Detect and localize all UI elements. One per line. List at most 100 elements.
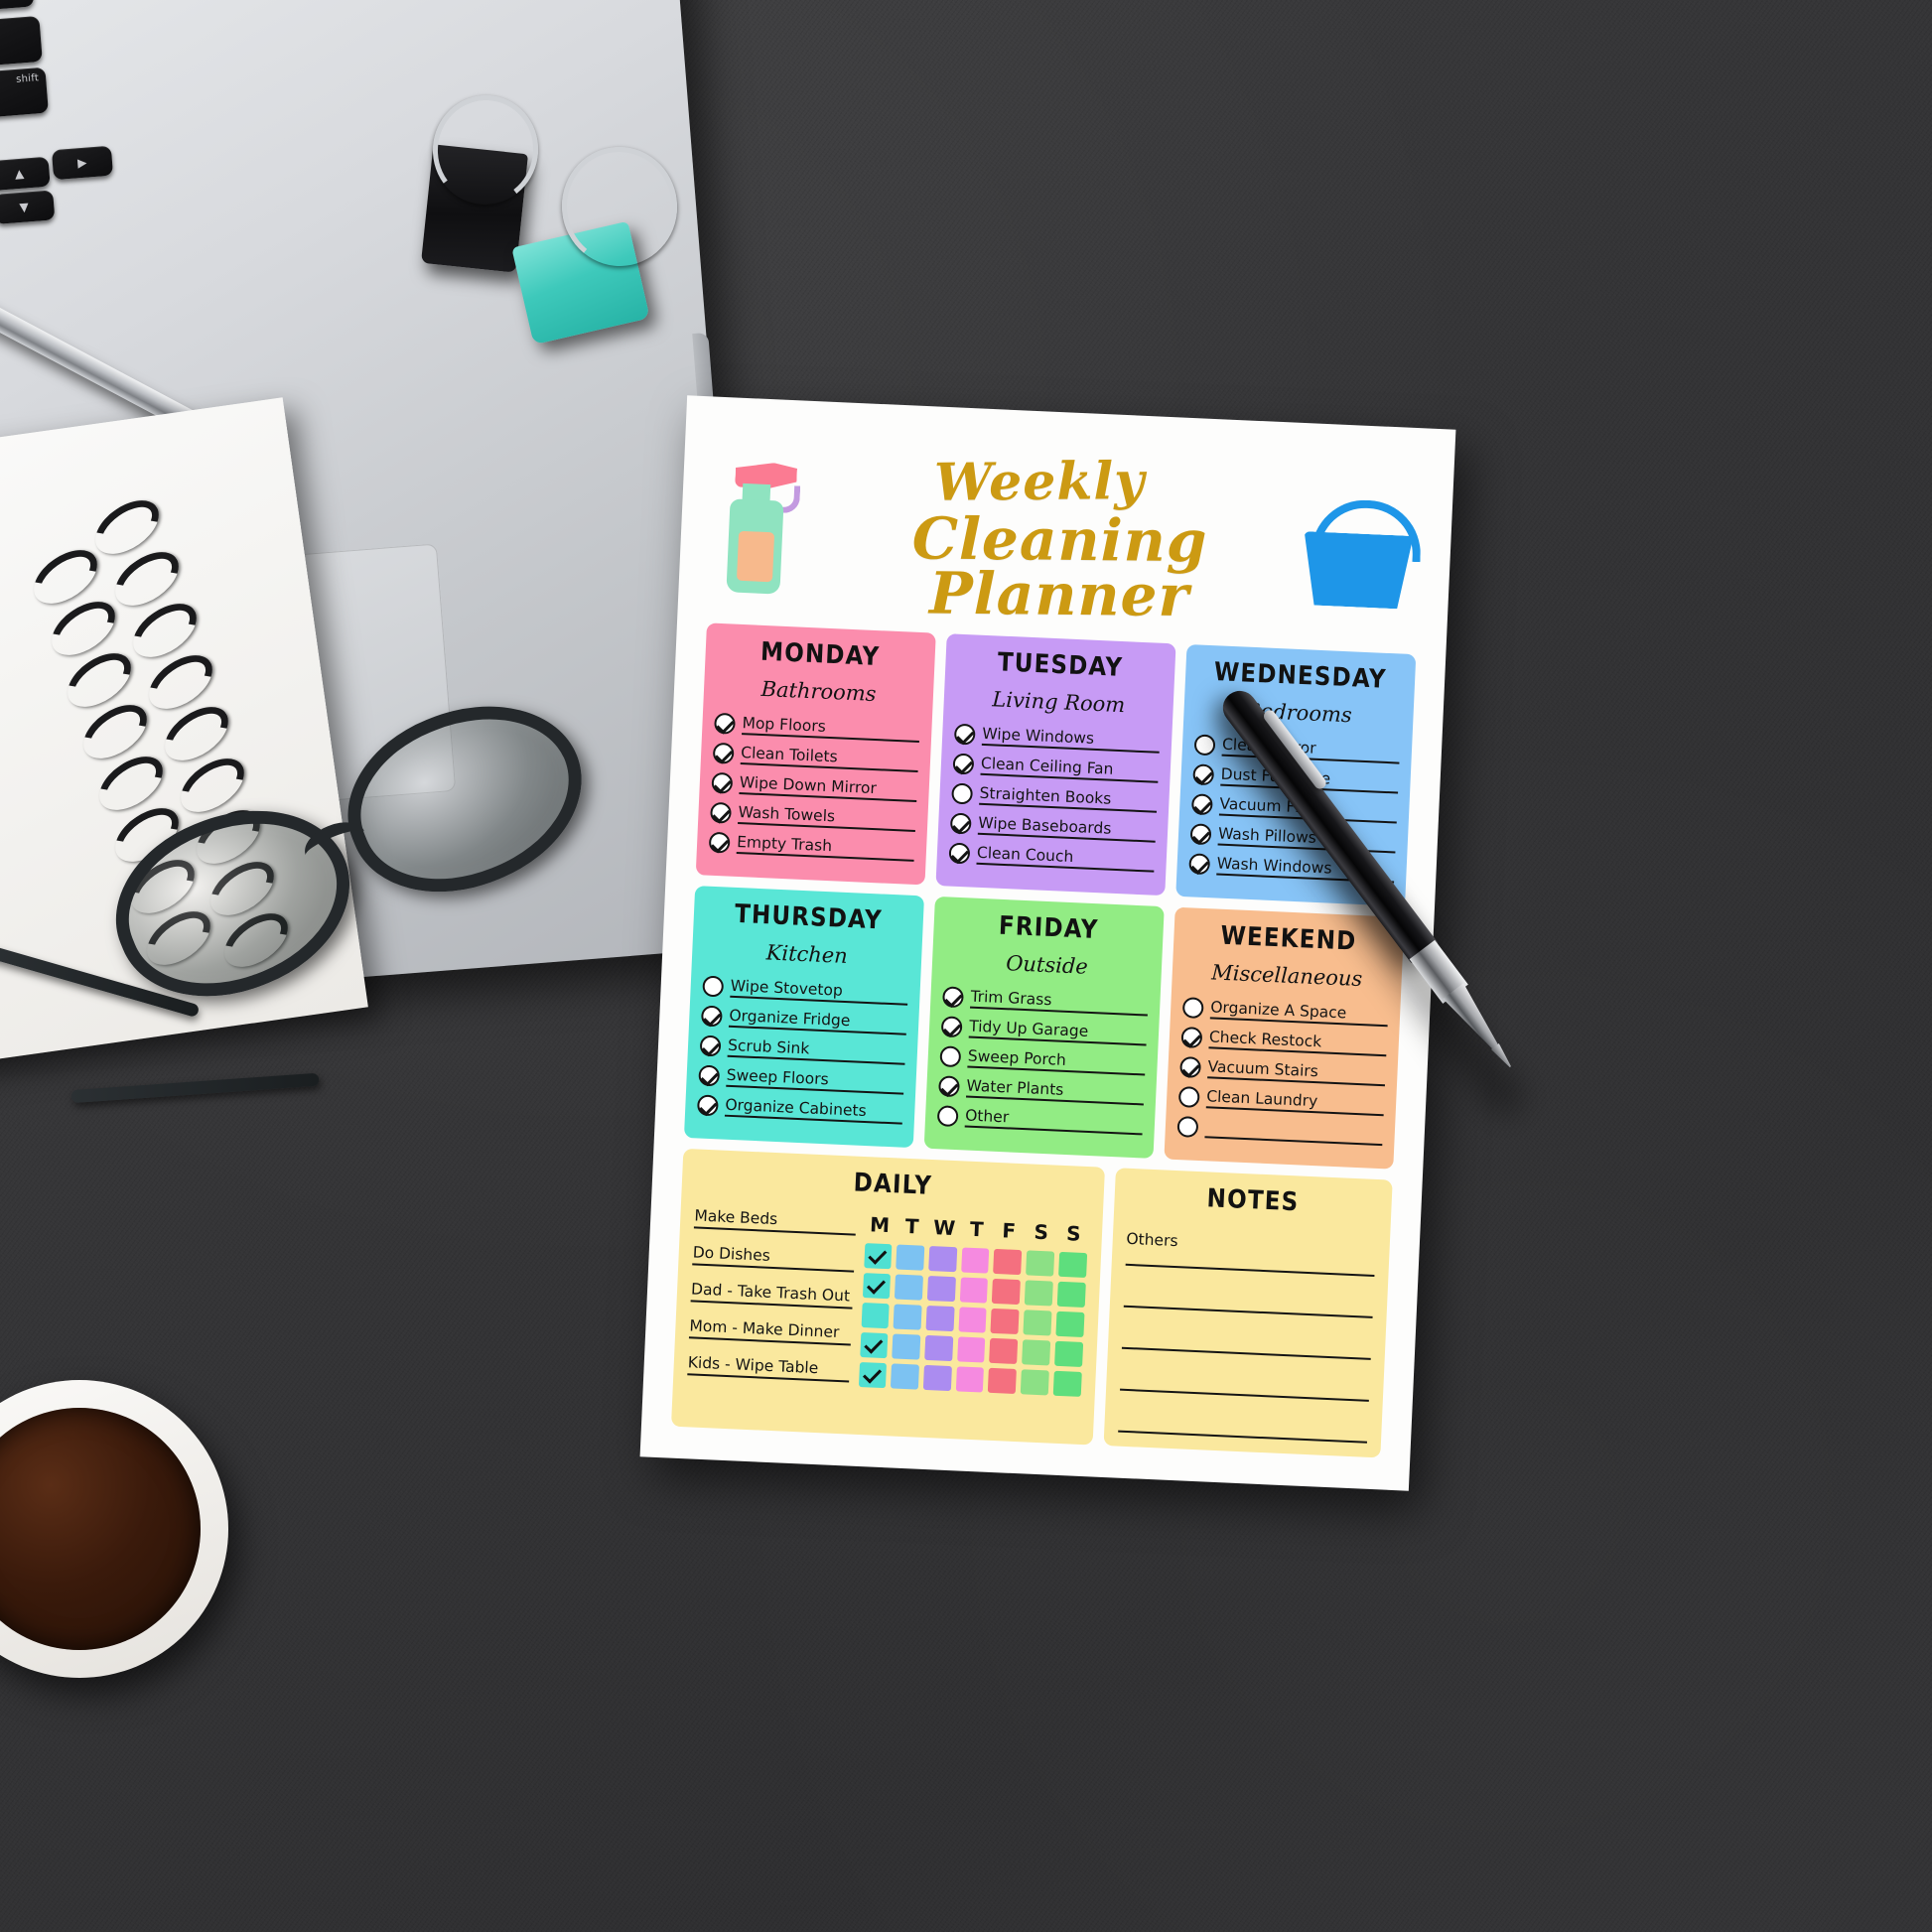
task-label[interactable]: Mop Floors <box>742 714 920 744</box>
daily-task-line[interactable]: Make Beds <box>693 1206 857 1236</box>
tracker-cell[interactable] <box>1052 1370 1082 1397</box>
checkbox-checked-icon[interactable] <box>710 801 732 824</box>
daily-tracker-grid[interactable]: MTWTFSS <box>858 1212 1088 1408</box>
tracker-cell[interactable] <box>960 1247 990 1274</box>
task-label[interactable]: Empty Trash <box>736 832 915 862</box>
task-label[interactable]: Clean Toilets <box>740 744 919 773</box>
task-label[interactable]: Vacuum Floors <box>1218 794 1398 824</box>
task-label[interactable]: Organize Cabinets <box>724 1095 903 1125</box>
tracker-cell[interactable] <box>1056 1281 1086 1309</box>
tracker-cell[interactable] <box>1053 1340 1083 1367</box>
task-label[interactable]: Wipe Down Mirror <box>739 773 918 802</box>
task-label[interactable]: Clean Laundry <box>1205 1087 1385 1117</box>
checkbox-empty-icon[interactable] <box>1181 997 1204 1020</box>
tracker-cell[interactable] <box>924 1334 954 1362</box>
tracker-cell[interactable] <box>993 1248 1023 1276</box>
checkbox-empty-icon[interactable] <box>1176 1115 1199 1138</box>
checkbox-checked-icon[interactable] <box>1179 1056 1202 1078</box>
tracker-cell[interactable] <box>1020 1369 1049 1396</box>
tracker-cell[interactable] <box>958 1307 988 1333</box>
tracker-cell[interactable] <box>895 1274 924 1301</box>
task-label[interactable]: Wipe Windows <box>981 724 1161 754</box>
task-label[interactable]: Check Restock <box>1208 1028 1388 1057</box>
checkbox-checked-icon[interactable] <box>948 842 971 865</box>
tracker-cell[interactable] <box>955 1366 985 1393</box>
checkbox-checked-icon[interactable] <box>1190 793 1213 816</box>
task-label[interactable]: Dust Furniture <box>1220 764 1399 794</box>
tracker-cell-checked[interactable] <box>859 1332 889 1359</box>
task-label[interactable]: Trim Grass <box>970 987 1149 1017</box>
checkbox-checked-icon[interactable] <box>952 753 975 775</box>
tracker-cell[interactable] <box>1057 1251 1087 1279</box>
checkbox-checked-icon[interactable] <box>942 986 964 1009</box>
tracker-cell-checked[interactable] <box>862 1273 892 1300</box>
tracker-cell[interactable] <box>992 1278 1022 1306</box>
checkbox-checked-icon[interactable] <box>696 1094 719 1117</box>
checkbox-empty-icon[interactable] <box>939 1045 962 1068</box>
task-label[interactable]: Clean Ceiling Fan <box>980 754 1160 783</box>
checkbox-checked-icon[interactable] <box>953 723 976 746</box>
task-label[interactable]: Wipe Baseboards <box>977 813 1157 843</box>
task-label[interactable]: Clean Mirror <box>1221 735 1401 764</box>
tracker-cell[interactable] <box>990 1308 1020 1335</box>
checkbox-checked-icon[interactable] <box>1189 823 1212 846</box>
checkbox-checked-icon[interactable] <box>714 712 736 735</box>
tracker-cell-checked[interactable] <box>858 1361 888 1389</box>
checkbox-checked-icon[interactable] <box>938 1075 960 1098</box>
checkbox-empty-icon[interactable] <box>951 782 974 805</box>
tracker-cell-checked[interactable] <box>863 1243 893 1270</box>
checkbox-checked-icon[interactable] <box>940 1016 963 1038</box>
checkbox-checked-icon[interactable] <box>1180 1027 1203 1048</box>
daily-task-line[interactable]: Do Dishes <box>692 1243 855 1273</box>
tracker-rows[interactable] <box>858 1243 1087 1397</box>
tracker-cell[interactable] <box>988 1367 1018 1395</box>
checkbox-checked-icon[interactable] <box>711 771 734 794</box>
task-label[interactable]: Wipe Stovetop <box>730 976 909 1006</box>
checkbox-empty-icon[interactable] <box>936 1105 959 1128</box>
checkbox-empty-icon[interactable] <box>1193 734 1216 757</box>
tracker-cell[interactable] <box>892 1333 921 1360</box>
tracker-cell[interactable] <box>1055 1311 1085 1337</box>
task-label[interactable]: Sweep Floors <box>726 1065 904 1095</box>
daily-task-line[interactable]: Kids - Wipe Table <box>687 1353 850 1383</box>
tracker-cell[interactable] <box>1024 1280 1053 1307</box>
tracker-cell[interactable] <box>1026 1250 1055 1277</box>
daily-task-line[interactable]: Dad - Take Trash Out <box>690 1280 854 1310</box>
tracker-cell[interactable] <box>926 1275 956 1303</box>
checkbox-checked-icon[interactable] <box>1192 763 1215 786</box>
tracker-cell[interactable] <box>891 1363 920 1390</box>
checkbox-checked-icon[interactable] <box>1188 853 1211 876</box>
task-label[interactable]: Wash Towels <box>738 802 916 832</box>
tracker-cell[interactable] <box>861 1303 891 1329</box>
task-label[interactable]: Water Plants <box>966 1076 1145 1106</box>
tracker-cell[interactable] <box>1023 1310 1052 1336</box>
checkbox-checked-icon[interactable] <box>712 742 735 764</box>
tracker-cell[interactable] <box>989 1337 1019 1365</box>
task-label[interactable]: Other <box>964 1106 1144 1136</box>
task-label[interactable]: Organize A Space <box>1209 998 1389 1028</box>
checkbox-checked-icon[interactable] <box>700 1005 723 1028</box>
checkbox-checked-icon[interactable] <box>708 831 731 854</box>
checkbox-empty-icon[interactable] <box>1177 1086 1200 1108</box>
tracker-cell[interactable] <box>896 1244 925 1271</box>
task-label[interactable]: Wash Windows <box>1216 854 1395 884</box>
task-label[interactable]: Clean Couch <box>976 843 1156 873</box>
tracker-cell[interactable] <box>1022 1339 1051 1366</box>
task-label[interactable] <box>1204 1135 1383 1147</box>
task-label[interactable]: Straighten Books <box>979 783 1158 813</box>
checkbox-checked-icon[interactable] <box>698 1064 721 1087</box>
checkbox-checked-icon[interactable] <box>949 812 972 835</box>
task-label[interactable]: Organize Fridge <box>728 1006 907 1035</box>
task-label[interactable]: Sweep Porch <box>967 1046 1147 1076</box>
checkbox-empty-icon[interactable] <box>702 975 725 998</box>
task-label[interactable]: Vacuum Stairs <box>1207 1057 1386 1087</box>
tracker-cell[interactable] <box>925 1305 955 1332</box>
tracker-cell[interactable] <box>922 1364 952 1392</box>
task-label[interactable]: Wash Pillows <box>1217 824 1397 854</box>
tracker-cell[interactable] <box>956 1336 986 1363</box>
checkbox-checked-icon[interactable] <box>699 1035 722 1057</box>
tracker-cell[interactable] <box>959 1277 989 1304</box>
tracker-cell[interactable] <box>893 1304 922 1330</box>
notes-lines[interactable]: Others <box>1117 1224 1376 1444</box>
task-label[interactable]: Scrub Sink <box>727 1035 906 1065</box>
